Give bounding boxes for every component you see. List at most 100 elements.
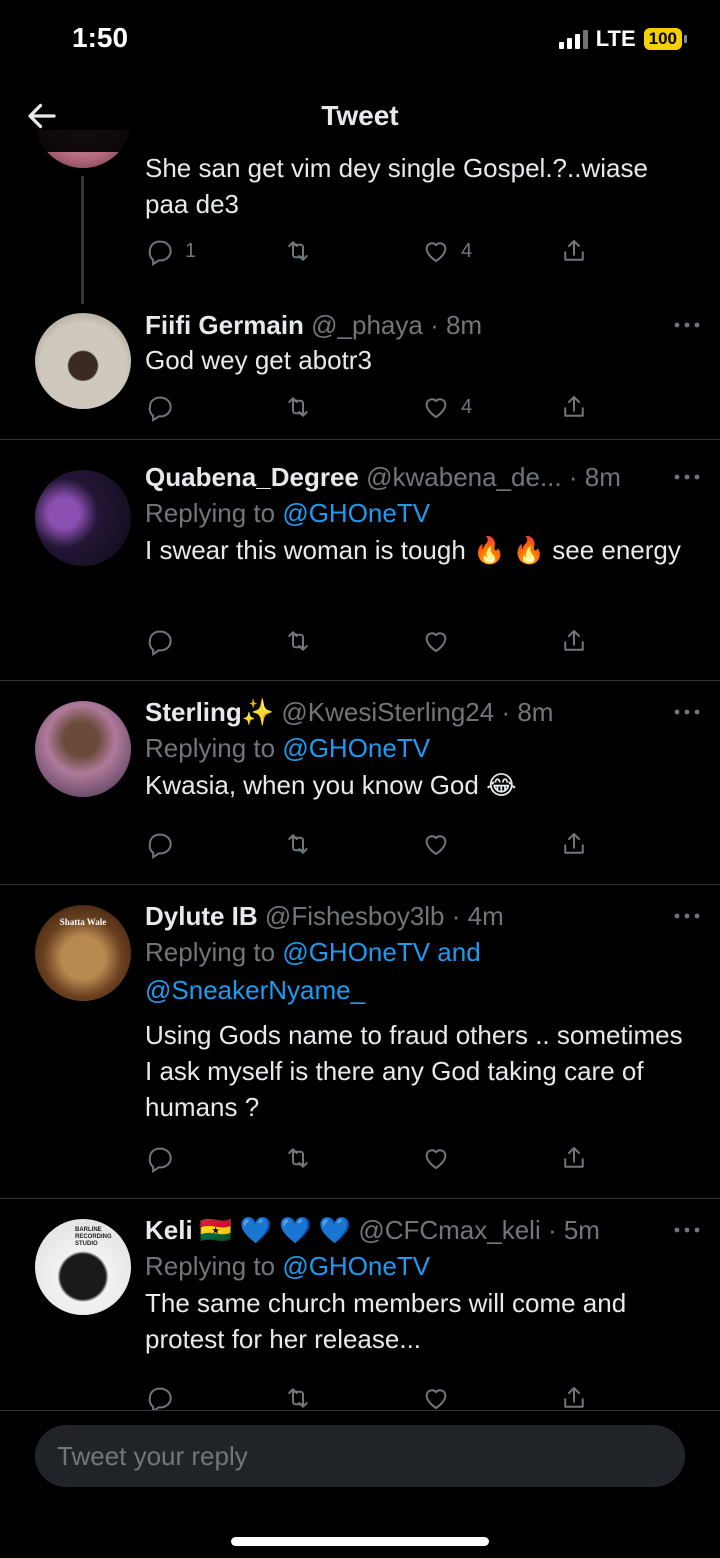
avatar[interactable]	[35, 701, 131, 797]
like-button[interactable]: 4	[421, 392, 472, 422]
avatar[interactable]	[35, 470, 131, 566]
replying-to-label: Replying to	[145, 937, 276, 967]
share-button[interactable]	[559, 1143, 589, 1173]
reply-button[interactable]	[145, 1383, 175, 1410]
like-count: 4	[461, 239, 473, 262]
reply-button[interactable]	[145, 626, 175, 656]
avatar[interactable]: Shatta Wale	[35, 905, 131, 1001]
tweet[interactable]: She san get vim dey single Gospel.?..wia…	[0, 130, 720, 440]
reply-icon	[148, 630, 172, 656]
share-button[interactable]	[559, 829, 589, 859]
more-options-icon[interactable]	[674, 474, 700, 480]
replying-to-label: Replying to	[145, 1251, 276, 1281]
heart-icon	[425, 632, 447, 652]
tweet[interactable]: BARLINE RECORDING STUDIO Keli 🇬🇭 💙 💙 💙 @…	[0, 1199, 720, 1410]
like-count: 4	[461, 395, 473, 418]
battery-icon: 100	[643, 28, 688, 50]
display-name[interactable]: Sterling✨	[145, 697, 274, 727]
status-indicators: LTE 100	[558, 26, 688, 52]
tweet-text: The same church members will come and pr…	[145, 1288, 627, 1354]
display-name[interactable]: Dylute IB	[145, 901, 258, 931]
tweet-actions: 4	[145, 392, 595, 424]
reply-icon	[148, 240, 172, 266]
reply-button[interactable]: 1	[145, 236, 196, 266]
timestamp: · 8m	[568, 462, 621, 492]
more-options-icon[interactable]	[674, 709, 700, 715]
handle[interactable]: @CFCmax_keli	[358, 1215, 540, 1245]
more-options-icon[interactable]	[674, 913, 700, 919]
like-button[interactable]	[421, 626, 451, 656]
page-title: Tweet	[321, 100, 399, 131]
retweet-icon	[288, 241, 308, 261]
reply-icon	[148, 1387, 172, 1410]
retweet-button[interactable]	[283, 626, 313, 656]
share-icon	[564, 630, 584, 651]
like-button[interactable]	[421, 1143, 451, 1173]
replying-to-label: Replying to	[145, 733, 276, 763]
display-name[interactable]: Keli 🇬🇭 💙 💙 💙	[145, 1215, 351, 1245]
retweet-button[interactable]	[283, 236, 313, 266]
share-button[interactable]	[559, 392, 589, 422]
replying-to: Replying to @GHOneTV	[145, 1247, 696, 1285]
retweet-button[interactable]	[283, 1143, 313, 1173]
share-icon	[564, 833, 584, 854]
share-button[interactable]	[559, 1383, 589, 1410]
tweet[interactable]: Quabena_Degree @kwabena_de... · 8m Reply…	[0, 440, 720, 681]
tweet-text: Kwasia, when you know God 😂	[145, 770, 517, 800]
tweet-text: Using Gods name to fraud others .. somet…	[145, 1020, 683, 1122]
handle[interactable]: @Fishesboy3lb	[265, 901, 445, 931]
reply-input[interactable]	[35, 1425, 685, 1487]
more-options-icon[interactable]	[674, 322, 700, 328]
reply-count: 1	[185, 239, 197, 262]
more-options-icon[interactable]	[674, 1227, 700, 1233]
heart-icon	[425, 398, 447, 418]
timestamp: · 5m	[547, 1215, 600, 1245]
share-icon	[564, 1387, 584, 1408]
reply-button[interactable]	[145, 1143, 175, 1173]
tweet[interactable]: Sterling✨ @KwesiSterling24 · 8m Replying…	[0, 681, 720, 885]
display-name[interactable]: Quabena_Degree	[145, 462, 359, 492]
reply-feed: She san get vim dey single Gospel.?..wia…	[0, 130, 720, 1410]
retweet-icon	[288, 397, 308, 417]
tweet-actions	[145, 829, 595, 861]
heart-icon	[425, 242, 447, 262]
reply-button[interactable]	[145, 392, 175, 422]
retweet-button[interactable]	[283, 1383, 313, 1410]
replying-to: Replying to @GHOneTV	[145, 729, 696, 767]
like-button[interactable]	[421, 829, 451, 859]
signal-icon	[558, 29, 588, 49]
share-icon	[564, 1147, 584, 1168]
network-label: LTE	[595, 26, 636, 51]
timestamp: · 8m	[430, 310, 483, 340]
tweet-actions	[145, 626, 595, 658]
handle[interactable]: @KwesiSterling24	[281, 697, 494, 727]
header: Tweet	[0, 80, 720, 152]
mention-link[interactable]: @GHOneTV	[282, 1251, 430, 1281]
tweet-text: I swear this woman is tough 🔥 🔥 see ener…	[145, 535, 681, 565]
home-indicator[interactable]	[231, 1537, 489, 1546]
reply-button[interactable]	[145, 829, 175, 859]
tweet[interactable]: Shatta Wale Dylute IB @Fishesboy3lb · 4m…	[0, 885, 720, 1199]
mention-link[interactable]: @GHOneTV	[282, 733, 430, 763]
avatar[interactable]	[35, 313, 131, 409]
avatar[interactable]: BARLINE RECORDING STUDIO	[35, 1219, 131, 1315]
handle[interactable]: @_phaya	[311, 310, 423, 340]
share-icon	[564, 396, 584, 417]
retweet-icon	[288, 1148, 308, 1168]
tweet-actions	[145, 1143, 595, 1175]
retweet-button[interactable]	[283, 829, 313, 859]
share-button[interactable]	[559, 236, 589, 266]
retweet-button[interactable]	[283, 392, 313, 422]
heart-icon	[425, 1389, 447, 1409]
handle[interactable]: @kwabena_de...	[366, 462, 562, 492]
share-icon	[564, 240, 584, 261]
like-button[interactable]: 4	[421, 236, 472, 266]
tweet[interactable]: Fiifi Germain @_phaya · 8m God wey get a…	[145, 308, 696, 378]
replying-to: Replying to @GHOneTV	[145, 494, 696, 532]
share-button[interactable]	[559, 626, 589, 656]
mention-link[interactable]: @GHOneTV	[282, 498, 430, 528]
display-name[interactable]: Fiifi Germain	[145, 310, 304, 340]
like-button[interactable]	[421, 1383, 451, 1410]
replying-to-label: Replying to	[145, 498, 276, 528]
status-bar: 1:50 LTE 100	[0, 0, 720, 80]
